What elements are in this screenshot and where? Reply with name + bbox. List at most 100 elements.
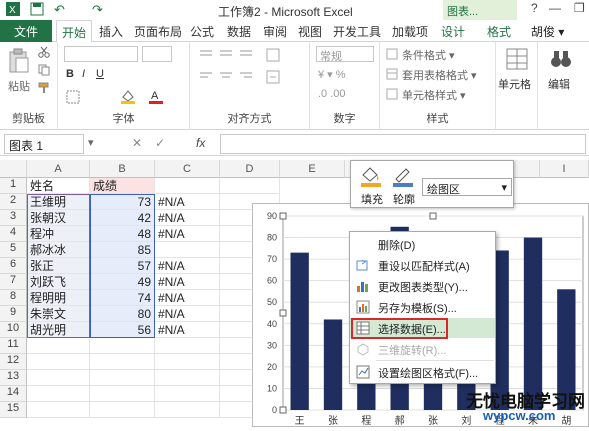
redo-icon[interactable]: ↷ (92, 2, 103, 18)
resize-handle[interactable] (429, 212, 437, 220)
cell[interactable] (155, 402, 220, 418)
row-header[interactable]: 3 (0, 210, 27, 226)
conditional-format-button[interactable]: 条件格式 ▾ (402, 47, 455, 63)
restore-button[interactable]: ❐ (574, 1, 585, 15)
confirm-formula-icon[interactable]: ✓ (155, 136, 165, 150)
cell[interactable] (90, 354, 155, 370)
column-header[interactable]: E (280, 160, 345, 178)
cell[interactable]: 胡光明 (27, 322, 90, 338)
cell[interactable]: 56 (90, 322, 155, 338)
cell[interactable]: 49 (90, 274, 155, 290)
bold-icon[interactable]: B (66, 68, 74, 80)
cell[interactable] (90, 338, 155, 354)
cell[interactable]: #N/A (155, 306, 220, 322)
cells-icon[interactable] (506, 48, 528, 73)
column-header[interactable]: C (155, 160, 220, 178)
row-header[interactable]: 8 (0, 290, 27, 306)
borders-icon[interactable] (66, 90, 80, 107)
merge-cells-icon[interactable] (266, 70, 280, 87)
wrap-text-icon[interactable] (266, 48, 280, 65)
cell[interactable]: 程明明 (27, 290, 90, 306)
cell[interactable]: 85 (90, 242, 155, 258)
chart-bar[interactable] (323, 319, 343, 410)
row-header[interactable]: 6 (0, 258, 27, 274)
cell[interactable] (90, 370, 155, 386)
cell[interactable]: #N/A (155, 322, 220, 338)
tab-developer[interactable]: 开发工具 (333, 23, 381, 40)
tab-review[interactable]: 审阅 (263, 23, 287, 40)
cell[interactable]: #N/A (155, 210, 220, 226)
cell[interactable] (155, 370, 220, 386)
tab-format[interactable]: 格式 (487, 23, 511, 40)
row-header[interactable]: 5 (0, 242, 27, 258)
row-header[interactable]: 12 (0, 354, 27, 370)
cell[interactable]: 80 (90, 306, 155, 322)
row-header[interactable]: 14 (0, 386, 27, 402)
column-header[interactable]: I (540, 160, 589, 178)
cell[interactable]: 王维明 (27, 194, 90, 210)
cell-styles-button[interactable]: 单元格样式 ▾ (402, 87, 466, 103)
copy-icon[interactable] (38, 64, 50, 79)
cell[interactable]: #N/A (155, 274, 220, 290)
editing-button[interactable]: 编辑 (548, 76, 570, 92)
cell[interactable]: 73 (90, 194, 155, 210)
tab-data[interactable]: 数据 (227, 23, 251, 40)
minimize-button[interactable]: — (549, 1, 561, 15)
number-format-box[interactable]: 常规 (316, 46, 374, 63)
chart-bar[interactable] (523, 237, 543, 410)
name-box[interactable]: 图表 1 (4, 134, 84, 154)
cell[interactable]: 42 (90, 210, 155, 226)
tab-page-layout[interactable]: 页面布局 (134, 23, 182, 40)
cell[interactable]: 74 (90, 290, 155, 306)
tab-addins[interactable]: 加载项 (392, 23, 428, 40)
tab-file[interactable]: 文件 (0, 20, 52, 42)
formula-input[interactable] (220, 134, 586, 154)
cell[interactable]: 姓名 (27, 178, 90, 194)
cell[interactable] (155, 242, 220, 258)
cell[interactable] (90, 386, 155, 402)
tab-insert[interactable]: 插入 (99, 23, 123, 40)
currency-icon[interactable]: ¥ ▾ % (318, 68, 346, 81)
help-icon[interactable]: ? (531, 1, 538, 15)
name-box-dropdown-icon[interactable]: ▾ (88, 136, 94, 149)
row-header[interactable]: 2 (0, 194, 27, 210)
conditional-format-icon[interactable] (386, 48, 398, 63)
cell[interactable]: 张正 (27, 258, 90, 274)
decimal-icon[interactable]: .0 .00 (318, 88, 346, 100)
cell[interactable]: 郝冰冰 (27, 242, 90, 258)
undo-icon[interactable]: ↶ (54, 2, 65, 18)
paste-icon[interactable] (8, 48, 30, 77)
row-header[interactable]: 13 (0, 370, 27, 386)
cell[interactable] (27, 386, 90, 402)
outline-label[interactable]: 轮廓 (393, 191, 415, 207)
menu-item-reset-style[interactable]: 重设以匹配样式(A) (350, 255, 495, 275)
menu-item-format-plot-area[interactable]: 设置绘图区格式(F)... (350, 362, 495, 382)
menu-item-change-chart-type[interactable]: 更改图表类型(Y)... (350, 276, 495, 296)
binoculars-icon[interactable] (550, 48, 572, 73)
table-format-button[interactable]: 套用表格格式 ▾ (402, 67, 477, 83)
cell[interactable] (155, 338, 220, 354)
cell[interactable] (27, 354, 90, 370)
cell[interactable] (155, 178, 220, 194)
menu-item-save-template[interactable]: 另存为模板(S)... (350, 297, 495, 317)
cell[interactable] (220, 178, 280, 194)
insert-function-icon[interactable]: fx (196, 136, 205, 150)
resize-handle[interactable] (279, 406, 287, 414)
cell[interactable]: 刘跃飞 (27, 274, 90, 290)
fill-label[interactable]: 填充 (361, 191, 383, 207)
chart-bar[interactable] (290, 252, 309, 410)
resize-handle[interactable] (279, 309, 287, 317)
row-header[interactable]: 9 (0, 306, 27, 322)
outline-pen-icon[interactable] (391, 165, 415, 190)
row-header[interactable]: 1 (0, 178, 27, 194)
user-name[interactable]: 胡俊 ▾ (531, 23, 564, 40)
fill-bucket-icon[interactable] (359, 165, 383, 190)
cell[interactable] (155, 354, 220, 370)
cell[interactable]: #N/A (155, 258, 220, 274)
cell[interactable] (27, 338, 90, 354)
cell[interactable] (27, 402, 90, 418)
align-left-icon[interactable] (198, 70, 258, 87)
italic-icon[interactable]: I (82, 68, 85, 80)
row-header[interactable]: 7 (0, 274, 27, 290)
cell[interactable]: #N/A (155, 226, 220, 242)
